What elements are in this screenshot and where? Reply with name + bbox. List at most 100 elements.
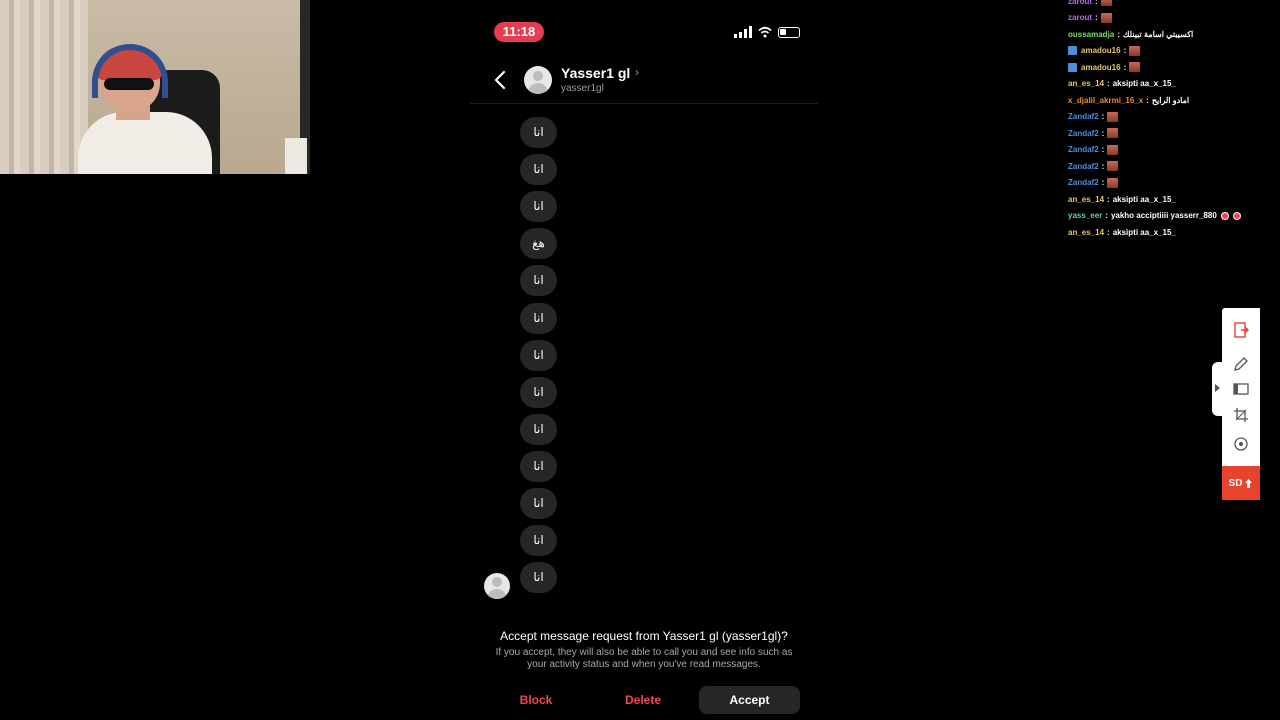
sender-avatar	[484, 573, 510, 599]
chat-separator: :	[1123, 62, 1127, 72]
chat-message: Zandaf2:	[1068, 125, 1119, 141]
chat-message: an_es_14: aksipti aa_x_15_	[1068, 224, 1176, 240]
webcam-feed	[0, 0, 310, 174]
request-title: Accept message request from Yasser1 gl (…	[500, 629, 788, 643]
chat-emote-icon	[1107, 111, 1119, 122]
chat-separator: :	[1107, 227, 1110, 237]
chat-text: امادو الرايح	[1151, 95, 1190, 105]
red-dot-emoji-icon	[1232, 211, 1241, 220]
chat-emote-icon	[1107, 161, 1119, 171]
message-bubble[interactable]: انا	[520, 525, 557, 556]
chat-username[interactable]: Zandaf2	[1068, 178, 1099, 187]
chat-username[interactable]: zarout	[1068, 13, 1092, 22]
message-list[interactable]: انا انا انا هغ انا انا انا انا انا انا انا انا انا	[470, 105, 818, 610]
message-bubble[interactable]: انا	[520, 340, 557, 371]
sd-label: SD	[1228, 477, 1243, 489]
message-bubble[interactable]: انا	[520, 117, 557, 148]
chat-username[interactable]: oussamadja	[1068, 30, 1114, 39]
webcam-box	[285, 138, 307, 174]
chat-separator: :	[1095, 0, 1098, 6]
chat-emote-icon	[1129, 45, 1141, 56]
chat-emote-icon	[1107, 177, 1119, 188]
message-bubble[interactable]: انا	[520, 414, 557, 445]
chat-message: yass_eer: yakho acciptiiii yasserr_880	[1068, 208, 1241, 224]
message-bubble[interactable]: انا	[520, 562, 557, 593]
chat-separator: :	[1105, 211, 1108, 220]
chat-separator: :	[1107, 79, 1110, 88]
message-bubble[interactable]: انا	[520, 377, 557, 408]
chat-username[interactable]: x_djalil_akrmi_16_x	[1068, 96, 1143, 105]
chat-emote-icon	[1107, 128, 1119, 138]
record-icon[interactable]	[1232, 435, 1250, 453]
chevron-right-icon[interactable]: ›	[635, 65, 639, 79]
chat-username[interactable]: an_es_14	[1068, 79, 1104, 88]
chat-separator: :	[1101, 112, 1105, 121]
accept-button[interactable]: Accept	[699, 686, 800, 714]
chat-emote-icon	[1129, 62, 1141, 72]
chat-message: Zandaf2:	[1068, 109, 1119, 125]
chat-message: oussamadja: اكسيبتي اسامة تبينلك	[1068, 26, 1193, 42]
chat-separator: :	[1117, 29, 1120, 39]
chat-separator: :	[1107, 194, 1110, 204]
chat-message: zarout:	[1068, 0, 1112, 9]
delete-button[interactable]: Delete	[618, 686, 668, 714]
message-bubble[interactable]: انا	[520, 451, 557, 482]
chat-username[interactable]: Zandaf2	[1068, 162, 1099, 171]
chat-separator: :	[1101, 161, 1105, 171]
battery-icon	[778, 27, 800, 38]
chat-message: Zandaf2:	[1068, 158, 1119, 174]
chat-username[interactable]: Zandaf2	[1068, 112, 1099, 121]
chat-username[interactable]: Zandaf2	[1068, 129, 1099, 138]
crop-icon[interactable]	[1232, 406, 1250, 424]
message-bubble[interactable]: انا	[520, 191, 557, 222]
request-actions: Block Delete Accept	[470, 686, 818, 714]
status-time: 11:18	[494, 22, 544, 42]
status-bar: 11:18	[470, 12, 818, 56]
phone-screen: 11:18 Yasser1 gl › yasser1gl انا انا انا هغ…	[470, 12, 818, 720]
chat-message: amadou16:	[1068, 59, 1141, 75]
exit-icon[interactable]	[1232, 321, 1250, 339]
status-icons	[734, 26, 800, 38]
message-bubble[interactable]: انا	[520, 265, 557, 296]
chat-message: an_es_14: aksipti aa_x_15_	[1068, 76, 1176, 92]
chat-badge-icon	[1068, 46, 1077, 55]
chat-message: zarout:	[1068, 10, 1112, 26]
chat-separator: :	[1123, 46, 1127, 55]
back-arrow-icon[interactable]	[492, 70, 508, 90]
chat-text: yakho acciptiiii yasserr_880	[1110, 211, 1217, 220]
contact-avatar[interactable]	[524, 66, 552, 94]
chat-text: اكسيبتي اسامة تبينلك	[1122, 29, 1194, 39]
request-description: If you accept, they will also be able to…	[495, 647, 793, 670]
chat-emote-icon	[1107, 144, 1119, 155]
webcam-curtain	[0, 0, 88, 174]
chat-text: aksipti aa_x_15_	[1112, 194, 1176, 204]
message-bubble[interactable]: هغ	[520, 228, 557, 259]
chat-emote-icon	[1100, 0, 1112, 6]
chat-message: Zandaf2:	[1068, 142, 1119, 158]
chat-message: amadou16:	[1068, 43, 1141, 59]
block-button[interactable]: Block	[510, 686, 562, 714]
sd-upload-button[interactable]: SD	[1222, 466, 1260, 500]
message-bubble[interactable]: انا	[520, 154, 557, 185]
message-bubble[interactable]: انا	[520, 303, 557, 334]
chat-username[interactable]: yass_eer	[1068, 211, 1102, 220]
chat-username[interactable]: amadou16	[1081, 46, 1121, 55]
chat-username[interactable]: an_es_14	[1068, 228, 1104, 237]
message-bubble[interactable]: انا	[520, 488, 557, 519]
upload-arrow-icon	[1245, 478, 1253, 488]
chat-separator: :	[1101, 128, 1105, 138]
chat-username[interactable]: zarout	[1068, 0, 1092, 6]
chat-separator: :	[1101, 145, 1105, 154]
chat-separator: :	[1146, 95, 1149, 105]
message-request-panel: Accept message request from Yasser1 gl (…	[470, 629, 818, 671]
chat-username[interactable]: amadou16	[1081, 63, 1121, 72]
chat-badge-icon	[1068, 62, 1077, 72]
chat-message: an_es_14: aksipti aa_x_15_	[1068, 191, 1176, 207]
contact-name[interactable]: Yasser1 gl	[561, 65, 630, 81]
conversation-header: Yasser1 gl › yasser1gl	[470, 56, 818, 104]
window-icon[interactable]	[1232, 380, 1250, 398]
chat-username[interactable]: an_es_14	[1068, 195, 1104, 204]
pen-icon[interactable]	[1232, 355, 1250, 373]
webcam-streamer-glasses	[104, 78, 154, 90]
chat-username[interactable]: Zandaf2	[1068, 145, 1099, 154]
